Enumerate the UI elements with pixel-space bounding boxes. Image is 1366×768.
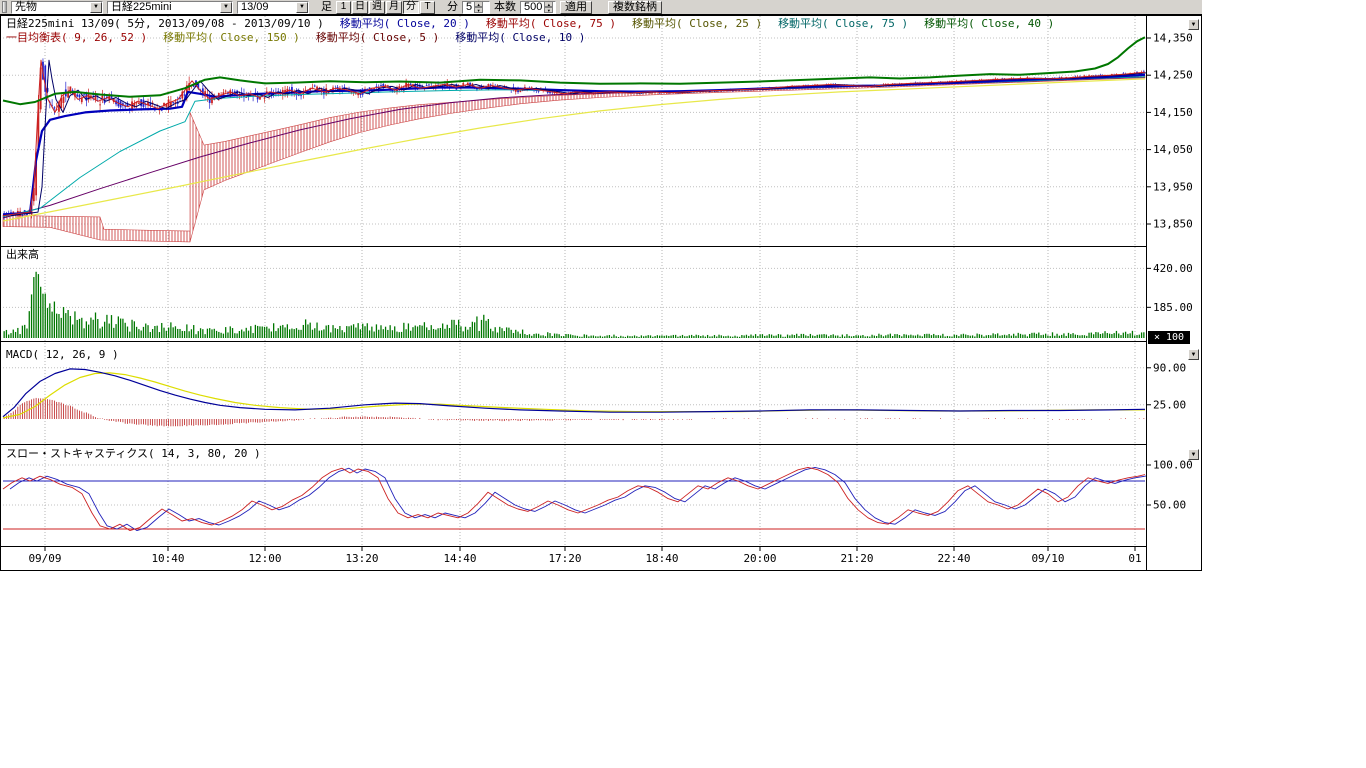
stoch-panel-menu-button[interactable]: ▼ xyxy=(1188,449,1199,460)
legend-item: 移動平均( Close, 40 ) xyxy=(924,17,1054,30)
legend-item: 移動平均( Close, 5 ) xyxy=(316,31,439,44)
chevron-down-icon[interactable]: ▼ xyxy=(90,2,102,13)
svg-text:17:20: 17:20 xyxy=(548,552,581,565)
period-button-週[interactable]: 週 xyxy=(369,1,385,14)
symbol-type-value: 先物 xyxy=(15,2,37,13)
macd-line xyxy=(3,369,1145,417)
axis-labels: 14,350 14,250 14,150 14,050 13,950 13,850 420.… xyxy=(28,32,1192,566)
price-legend-row2: 一目均衡表( 9, 26, 52 ) 移動平均( Close, 150 ) 移動平均… xyxy=(6,32,601,44)
svg-text:09/09: 09/09 xyxy=(28,552,61,565)
legend-item: 移動平均( Close, 25 ) xyxy=(632,17,762,30)
svg-text:100.00: 100.00 xyxy=(1153,459,1193,472)
stoch-d-line xyxy=(10,467,1152,530)
svg-text:25.00: 25.00 xyxy=(1153,398,1186,411)
period-button-1[interactable]: 1 xyxy=(336,1,351,14)
legend-item: 一目均衡表( 9, 26, 52 ) xyxy=(6,31,147,44)
svg-text:14,050: 14,050 xyxy=(1153,143,1193,156)
legend-item: 日経225mini 13/09( 5分, 2013/09/08 - 2013/0… xyxy=(6,17,324,30)
price-panel-menu-button[interactable]: ▼ xyxy=(1188,19,1199,30)
svg-text:21:20: 21:20 xyxy=(840,552,873,565)
chart-frame xyxy=(0,0,1202,571)
svg-text:09/10: 09/10 xyxy=(1031,552,1064,565)
macd-panel-label: MACD( 12, 26, 9 ) xyxy=(6,349,119,360)
ichimoku-cloud xyxy=(3,215,190,242)
multi-symbol-button[interactable]: 複数銘柄 xyxy=(608,1,662,14)
svg-text:01: 01 xyxy=(1128,552,1141,565)
svg-text:12:00: 12:00 xyxy=(248,552,281,565)
toolbar-grip-icon[interactable] xyxy=(2,1,7,13)
period-button-日[interactable]: 日 xyxy=(352,1,368,14)
volume-series xyxy=(4,272,1144,338)
svg-text:22:40: 22:40 xyxy=(937,552,970,565)
bar-count-spinner[interactable]: 500 ▲▼ xyxy=(520,1,556,14)
svg-text:18:40: 18:40 xyxy=(645,552,678,565)
svg-text:20:00: 20:00 xyxy=(743,552,776,565)
legend-item: 移動平均( Close, 75 ) xyxy=(486,17,616,30)
toolbar: 先物 ▼ 日経225mini ▼ 13/09 ▼ 足 1日週月分T 分 5 ▲▼… xyxy=(0,0,1202,15)
legend-item: 移動平均( Close, 20 ) xyxy=(340,17,470,30)
chevron-down-icon[interactable]: ▼ xyxy=(220,2,232,13)
svg-text:14,250: 14,250 xyxy=(1153,69,1193,82)
chevron-down-icon[interactable]: ▼ xyxy=(296,2,308,13)
contract-month-dropdown[interactable]: 13/09 ▼ xyxy=(237,1,309,14)
price-panel-series xyxy=(3,37,1153,242)
period-button-分[interactable]: 分 xyxy=(403,1,419,14)
apply-button[interactable]: 適用 xyxy=(560,1,592,14)
legend-item: 移動平均( Close, 75 ) xyxy=(778,17,908,30)
stoch-k-line xyxy=(3,467,1145,530)
svg-text:90.00: 90.00 xyxy=(1153,361,1186,374)
ichimoku-cloud xyxy=(190,76,1145,242)
symbol-dropdown[interactable]: 日経225mini ▼ xyxy=(107,1,233,14)
period-button-group: 1日週月分T xyxy=(336,1,435,14)
chart-canvas[interactable]: 14,350 14,250 14,150 14,050 13,950 13,850 420.… xyxy=(0,0,1210,572)
symbol-type-dropdown[interactable]: 先物 ▼ xyxy=(11,1,103,14)
svg-text:10:40: 10:40 xyxy=(151,552,184,565)
contract-value: 13/09 xyxy=(241,2,269,13)
bar-count-value: 500 xyxy=(524,2,542,13)
svg-text:420.00: 420.00 xyxy=(1153,262,1193,275)
chart-window: 先物 ▼ 日経225mini ▼ 13/09 ▼ 足 1日週月分T 分 5 ▲▼… xyxy=(0,0,1366,768)
svg-text:13,950: 13,950 xyxy=(1153,180,1193,193)
stoch-panel-label: スロー・ストキャスティクス( 14, 3, 80, 20 ) xyxy=(6,448,261,459)
svg-text:13:20: 13:20 xyxy=(345,552,378,565)
spinner-arrows[interactable]: ▲▼ xyxy=(544,1,553,13)
symbol-value: 日経225mini xyxy=(111,2,172,13)
volume-multiplier-badge: × 100 xyxy=(1148,331,1190,344)
spin-down-icon[interactable]: ▼ xyxy=(474,7,483,13)
volume-panel-label: 出来高 xyxy=(6,249,39,260)
price-legend-row1: 日経225mini 13/09( 5分, 2013/09/08 - 2013/0… xyxy=(6,18,1070,30)
spinner-arrows[interactable]: ▲▼ xyxy=(474,1,483,13)
svg-text:13,850: 13,850 xyxy=(1153,218,1193,231)
bar-count-label: 本数 xyxy=(494,2,516,13)
legend-item: 移動平均( Close, 150 ) xyxy=(163,31,300,44)
minute-value: 5 xyxy=(466,2,472,13)
svg-text:14,350: 14,350 xyxy=(1153,32,1193,45)
svg-text:185.00: 185.00 xyxy=(1153,301,1193,314)
period-button-月[interactable]: 月 xyxy=(386,1,402,14)
period-button-T[interactable]: T xyxy=(420,1,435,14)
spin-down-icon[interactable]: ▼ xyxy=(544,7,553,13)
stoch-series xyxy=(3,467,1152,530)
svg-text:50.00: 50.00 xyxy=(1153,499,1186,512)
bar-type-label: 足 xyxy=(321,2,332,13)
minute-spinner[interactable]: 5 ▲▼ xyxy=(462,1,490,14)
svg-text:14:40: 14:40 xyxy=(443,552,476,565)
macd-panel-menu-button[interactable]: ▼ xyxy=(1188,349,1199,360)
macd-series xyxy=(3,369,1145,426)
svg-text:14,150: 14,150 xyxy=(1153,106,1193,119)
minute-label: 分 xyxy=(447,2,458,13)
legend-item: 移動平均( Close, 10 ) xyxy=(455,31,585,44)
